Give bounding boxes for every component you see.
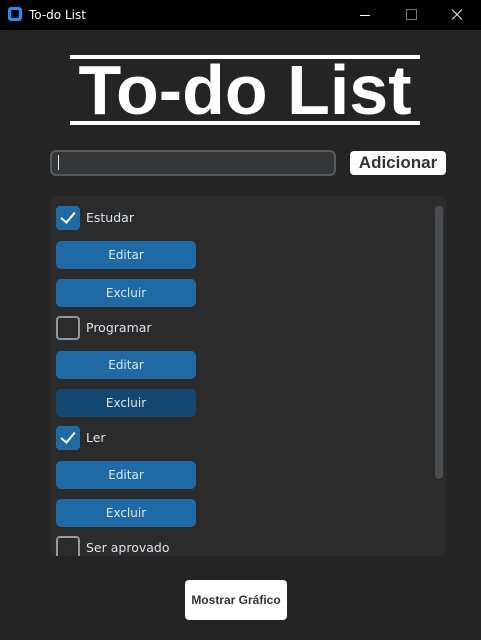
app-icon xyxy=(8,7,22,21)
checkbox-unchecked[interactable] xyxy=(56,316,80,340)
title-bar: To-do List xyxy=(0,0,481,30)
task-label: Estudar xyxy=(86,210,134,225)
task-label: Ser aprovado xyxy=(86,540,170,555)
page-title: To-do List xyxy=(70,55,420,125)
checkbox-checked[interactable] xyxy=(56,426,80,450)
edit-button[interactable]: Editar xyxy=(56,351,196,379)
task-list-frame: Estudar Editar Excluir Programar Editar … xyxy=(50,196,446,556)
maximize-icon[interactable] xyxy=(388,0,434,30)
checkbox-checked[interactable] xyxy=(56,206,80,230)
scrollbar-thumb[interactable] xyxy=(435,206,443,479)
show-chart-button[interactable]: Mostrar Gráfico xyxy=(185,580,287,620)
checkbox-unchecked[interactable] xyxy=(56,536,80,556)
task-label: Programar xyxy=(86,320,152,335)
close-icon[interactable] xyxy=(434,0,480,30)
delete-button[interactable]: Excluir xyxy=(56,279,196,307)
minimize-icon[interactable] xyxy=(342,0,388,30)
edit-button[interactable]: Editar xyxy=(56,461,196,489)
window-title: To-do List xyxy=(29,8,86,22)
edit-button[interactable]: Editar xyxy=(56,241,196,269)
scrollbar[interactable] xyxy=(435,204,443,479)
delete-button[interactable]: Excluir xyxy=(56,389,196,417)
add-button[interactable]: Adicionar xyxy=(350,151,446,175)
task-input[interactable] xyxy=(50,150,336,176)
text-cursor xyxy=(58,155,59,170)
delete-button[interactable]: Excluir xyxy=(56,499,196,527)
task-label: Ler xyxy=(86,430,106,445)
